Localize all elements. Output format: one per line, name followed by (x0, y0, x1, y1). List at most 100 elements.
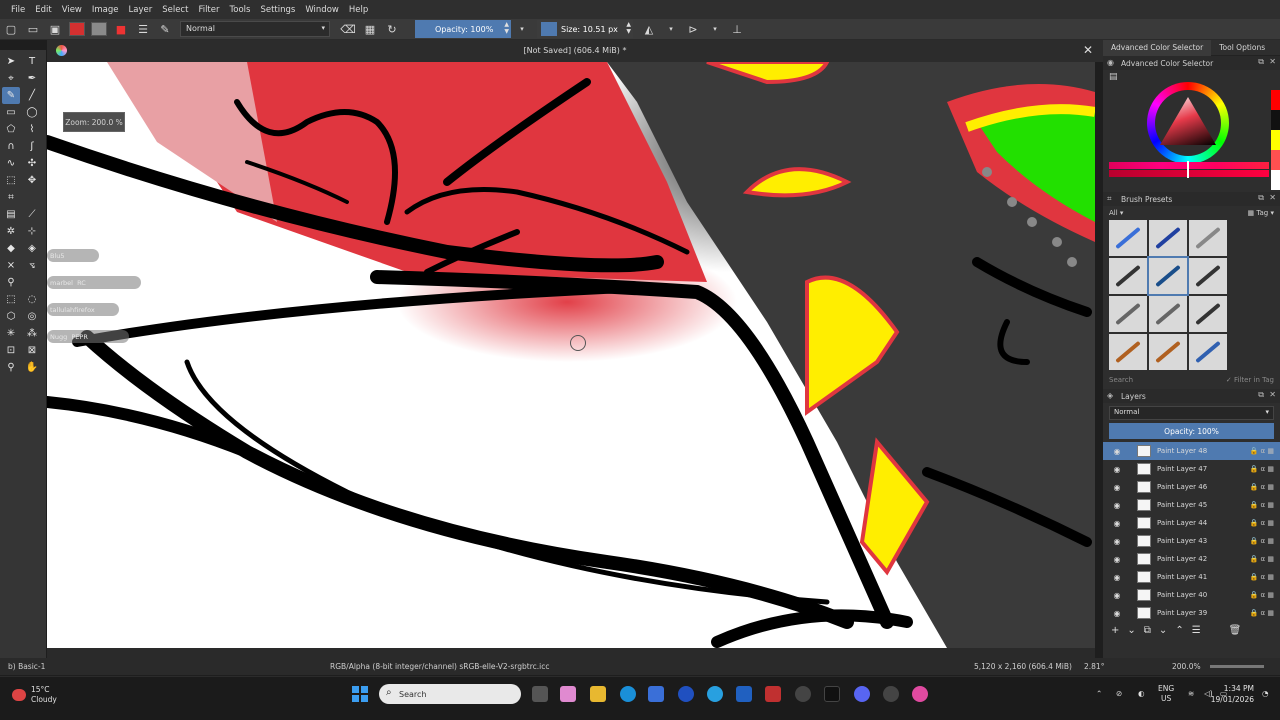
brush-filter-select[interactable]: All ▾ (1109, 209, 1123, 217)
krita-app-icon[interactable] (560, 686, 576, 702)
visibility-eye-icon[interactable]: ◉ (1111, 609, 1123, 618)
new-document-icon[interactable]: ▢ (3, 21, 19, 37)
magnetic-select-icon[interactable]: ⊠ (23, 342, 41, 359)
layer-row[interactable]: ◉ Paint Layer 43 🔒 α ▦ (1103, 532, 1280, 550)
layer-flags-icon[interactable]: 🔒 α ▦ (1250, 609, 1274, 617)
move-down-icon[interactable]: ⌄ (1159, 625, 1167, 636)
wrap-around-icon[interactable]: ⊥ (729, 21, 745, 37)
clock[interactable]: 1:34 PM 19/01/2026 (1211, 683, 1254, 705)
layer-flags-icon[interactable]: 🔒 α ▦ (1250, 465, 1274, 473)
brush-preset[interactable] (1189, 334, 1227, 370)
dynamic-brush-icon[interactable]: ∿ (2, 155, 20, 172)
rectangle-tool-icon[interactable]: ▭ (2, 104, 20, 121)
layer-flags-icon[interactable]: 🔒 α ▦ (1250, 501, 1274, 509)
save-icon[interactable]: ▣ (47, 21, 63, 37)
visibility-eye-icon[interactable]: ◉ (1111, 447, 1123, 456)
menu-item-settings[interactable]: Settings (255, 5, 300, 15)
fill-tool-icon[interactable]: ◆ (2, 240, 20, 257)
calligraphy-icon[interactable]: ✒ (23, 70, 41, 87)
visibility-eye-icon[interactable]: ◉ (1111, 591, 1123, 600)
tiktok-icon[interactable] (824, 686, 840, 702)
brush-search-input[interactable]: Search (1109, 376, 1133, 384)
brush-preset[interactable] (1109, 258, 1147, 294)
chevron-down-icon[interactable]: ▾ (514, 21, 530, 37)
task-view-icon[interactable] (532, 686, 548, 702)
spinner-icon[interactable]: ▲ ▼ (626, 21, 631, 35)
properties-icon[interactable]: ☰ (1192, 625, 1201, 636)
menu-item-edit[interactable]: Edit (30, 5, 56, 15)
rotation-status[interactable]: 2.81° (1084, 662, 1104, 671)
tag-button[interactable]: ▦ Tag ▾ (1248, 209, 1274, 217)
layer-row[interactable]: ◉ Paint Layer 40 🔒 α ▦ (1103, 586, 1280, 604)
smart-patch-icon[interactable]: ⊹ (23, 223, 41, 240)
polygon-tool-icon[interactable]: ⬠ (2, 121, 20, 138)
brush-preset[interactable] (1109, 296, 1147, 332)
layer-flags-icon[interactable]: 🔒 α ▦ (1250, 591, 1274, 599)
color-bar-2[interactable] (1109, 170, 1269, 177)
tray-icon[interactable]: ⊘ (1116, 689, 1122, 698)
visibility-eye-icon[interactable]: ◉ (1111, 483, 1123, 492)
visibility-eye-icon[interactable]: ◉ (1111, 537, 1123, 546)
settings-icon[interactable]: ▤ (1109, 72, 1118, 82)
layer-row[interactable]: ◉ Paint Layer 45 🔒 α ▦ (1103, 496, 1280, 514)
filter-in-tag-checkbox[interactable]: ✓ Filter in Tag (1226, 376, 1274, 384)
delete-layer-icon[interactable]: 🗑 (1229, 625, 1242, 636)
move-up-icon[interactable]: ⌃ (1175, 625, 1183, 636)
mirror-horizontal-icon[interactable]: ◭ (641, 21, 657, 37)
color-bar-1[interactable] (1109, 162, 1269, 169)
layer-flags-icon[interactable]: 🔒 α ▦ (1250, 537, 1274, 545)
visibility-eye-icon[interactable]: ◉ (1111, 501, 1123, 510)
crop-tool-icon[interactable]: ⌗ (2, 189, 20, 206)
app-icon[interactable] (765, 686, 781, 702)
brush-preset[interactable] (1149, 220, 1187, 256)
spinner-icon[interactable]: ▲ ▼ (504, 21, 509, 35)
menu-item-select[interactable]: Select (157, 5, 193, 15)
wifi-icon[interactable]: ≋ (1188, 689, 1194, 698)
opacity-slider[interactable]: Opacity: 100% ▲ ▼ (415, 20, 511, 38)
measure-tool-icon[interactable]: ⦪ (23, 257, 41, 274)
layer-flags-icon[interactable]: 🔒 α ▦ (1250, 447, 1274, 455)
freehand-brush-icon[interactable]: ✎ (2, 87, 20, 104)
mirror-vertical-icon[interactable]: ⊳ (685, 21, 701, 37)
tab-tool-options[interactable]: Tool Options (1211, 40, 1273, 56)
close-icon[interactable]: ✕ (1269, 57, 1276, 66)
ellipse-tool-icon[interactable]: ◯ (23, 104, 41, 121)
select-shapes-icon[interactable]: ➤ (2, 53, 20, 70)
gradient-swatch[interactable] (69, 22, 85, 36)
document-tab[interactable]: [Not Saved] (606.4 MiB) * ✕ (47, 40, 1103, 62)
visibility-eye-icon[interactable]: ◉ (1111, 573, 1123, 582)
layer-flags-icon[interactable]: 🔒 α ▦ (1250, 519, 1274, 527)
chevron-down-icon[interactable]: ⌄ (1127, 625, 1135, 636)
drawing-canvas[interactable]: Zoom: 200.0 % Blu5 marbel RC tallulahfir… (47, 62, 1095, 648)
layer-row[interactable]: ◉ Paint Layer 39 🔒 α ▦ (1103, 604, 1280, 622)
brush-preset[interactable] (1189, 220, 1227, 256)
multibrush-icon[interactable]: ✣ (23, 155, 41, 172)
layer-row[interactable]: ◉ Paint Layer 47 🔒 α ▦ (1103, 460, 1280, 478)
close-icon[interactable]: ✕ (1269, 390, 1276, 399)
language-indicator[interactable]: ENG US (1158, 684, 1174, 704)
app-icon[interactable] (883, 686, 899, 702)
reference-tool-icon[interactable]: ⚲ (2, 274, 20, 291)
brush-preset-icon[interactable]: ✎ (157, 21, 173, 37)
horizontal-scrollbar[interactable] (47, 648, 1095, 658)
reload-preset-icon[interactable]: ↻ (384, 21, 400, 37)
text-tool-icon[interactable]: T (23, 53, 41, 70)
preserve-alpha-icon[interactable]: ▦ (362, 21, 378, 37)
add-layer-icon[interactable]: + (1111, 625, 1119, 636)
chevron-down-icon[interactable]: ▾ (707, 21, 723, 37)
layer-row[interactable]: ◉ Paint Layer 41 🔒 α ▦ (1103, 568, 1280, 586)
blend-mode-select[interactable]: Normal ▾ (180, 21, 330, 37)
float-icon[interactable]: ⧉ (1258, 57, 1264, 67)
pattern-swatch[interactable] (91, 22, 107, 36)
color-picker-icon[interactable]: ⟋ (23, 206, 41, 223)
mail-icon[interactable] (736, 686, 752, 702)
app-icon[interactable] (912, 686, 928, 702)
layer-row[interactable]: ◉ Paint Layer 42 🔒 α ▦ (1103, 550, 1280, 568)
colorize-mask-icon[interactable]: ✲ (2, 223, 20, 240)
menu-item-window[interactable]: Window (300, 5, 344, 15)
recent-colors[interactable] (1271, 90, 1280, 190)
menu-item-image[interactable]: Image (87, 5, 124, 15)
close-icon[interactable]: ✕ (1083, 43, 1093, 57)
app-icon[interactable] (795, 686, 811, 702)
rect-select-icon[interactable]: ⬚ (2, 291, 20, 308)
